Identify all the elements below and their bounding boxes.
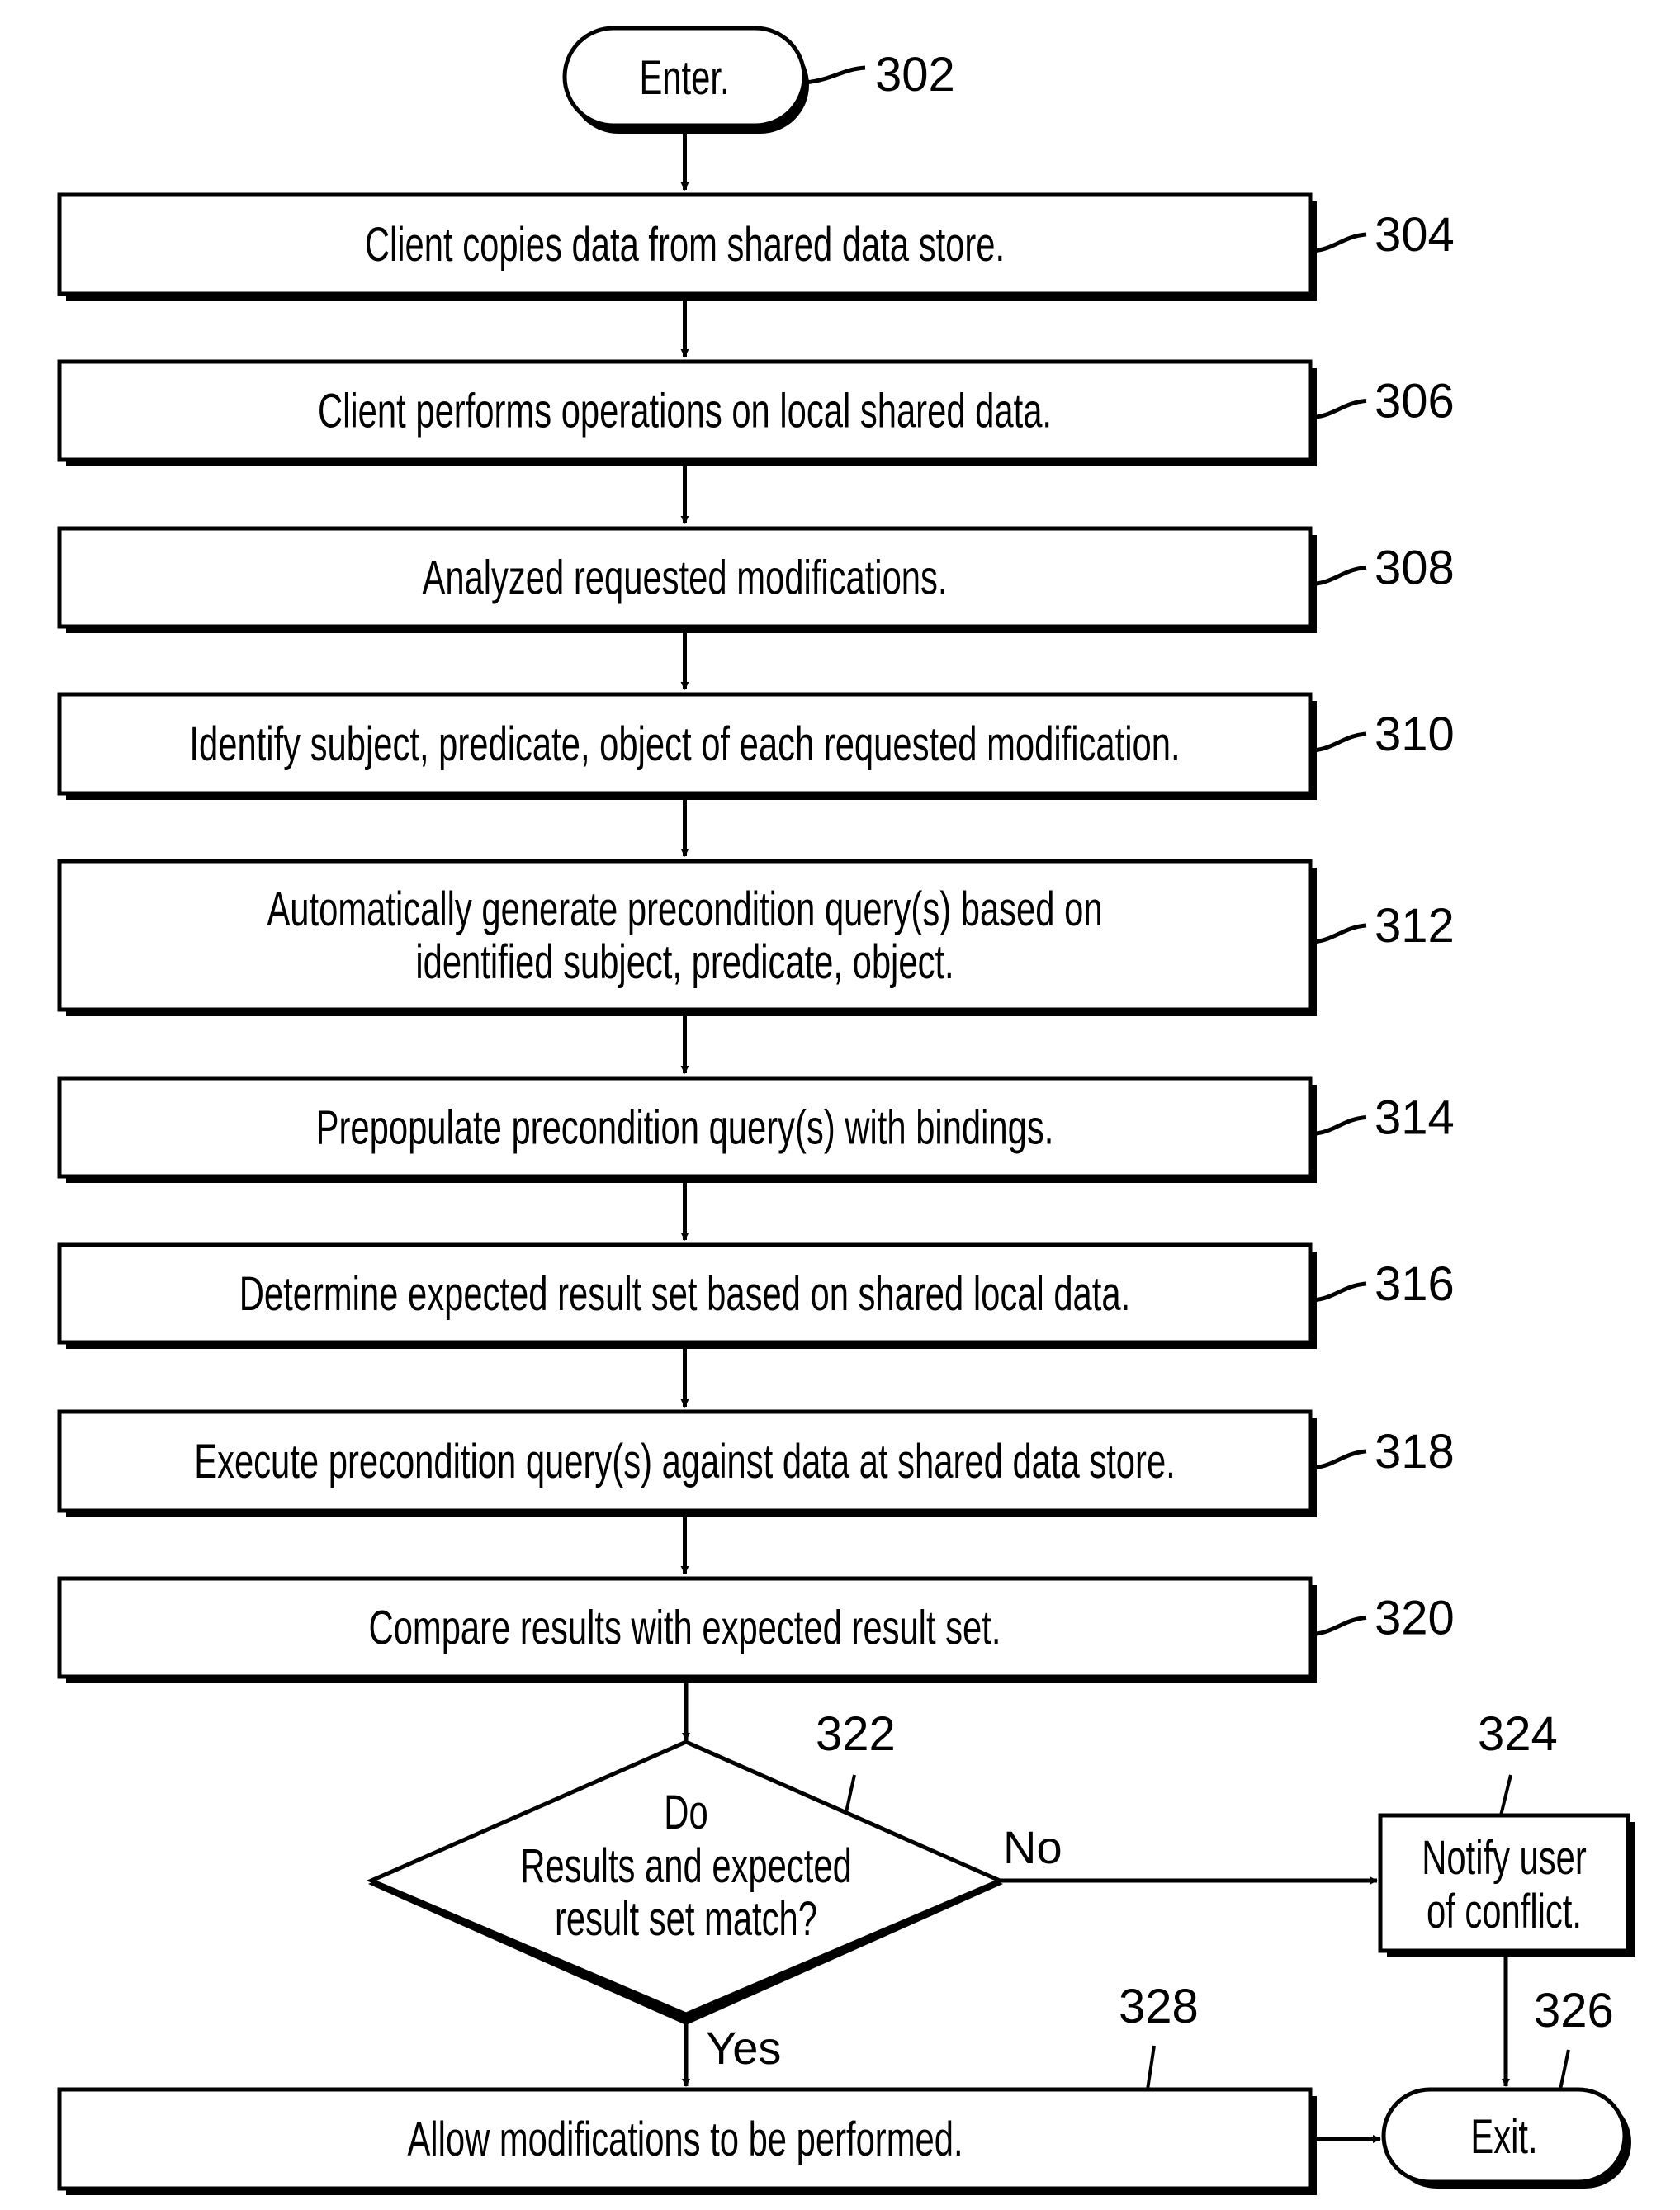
ref-leader-316 — [1312, 1281, 1367, 1303]
ref-302: 302 — [875, 48, 955, 102]
no-label: No — [1003, 1821, 1062, 1873]
step-320-label: Compare results with expected result set… — [369, 1602, 1001, 1655]
step-318-label: Execute precondition query(s) against da… — [194, 1435, 1176, 1488]
ref-324: 324 — [1478, 1707, 1558, 1761]
step-314-label: Prepopulate precondition query(s) with b… — [316, 1101, 1054, 1155]
ref-leader-326 — [1559, 2049, 1570, 2090]
ref-leader-314 — [1312, 1115, 1367, 1136]
step-box-306: Client performs operations on local shar… — [57, 359, 1317, 466]
notify-user-box: Notify user of conflict. — [1378, 1813, 1635, 1957]
ref-312: 312 — [1375, 899, 1455, 953]
yes-label: Yes — [706, 2022, 781, 2074]
ref-leader-302 — [805, 65, 866, 85]
notify-line-1: Notify user — [1422, 1831, 1587, 1885]
enter-label: Enter. — [639, 51, 729, 105]
decision-diamond: Do Results and expected result set match… — [366, 1739, 1006, 2025]
step-box-304: Client copies data from shared data stor… — [57, 192, 1317, 301]
allow-modifications-box: Allow modifications to be performed. — [57, 2087, 1317, 2195]
ref-328: 328 — [1119, 1980, 1199, 2033]
ref-leader-312 — [1312, 923, 1367, 944]
step-310-label: Identify subject, predicate, object of e… — [189, 717, 1180, 771]
step-box-320: Compare results with expected result set… — [57, 1576, 1317, 1683]
ref-318: 318 — [1375, 1425, 1455, 1479]
ref-leader-306 — [1312, 399, 1367, 419]
decision-line-1: Do — [664, 1786, 707, 1839]
step-306-label: Client performs operations on local shar… — [318, 385, 1052, 438]
enter-terminal: Enter. — [562, 26, 809, 134]
ref-314: 314 — [1375, 1091, 1455, 1145]
flowchart: Enter. 302 Client copies data from share… — [57, 26, 1635, 2195]
ref-leader-310 — [1312, 731, 1367, 753]
step-box-310: Identify subject, predicate, object of e… — [57, 692, 1317, 800]
step-312-label: identified subject, predicate, object. — [415, 935, 954, 989]
ref-leader-328 — [1146, 2045, 1156, 2090]
ref-316: 316 — [1375, 1257, 1455, 1311]
ref-leader-318 — [1312, 1449, 1367, 1470]
step-box-312: Automatically generate precondition quer… — [57, 859, 1317, 1016]
step-box-308: Analyzed requested modifications. — [57, 526, 1317, 633]
ref-306: 306 — [1375, 375, 1455, 428]
notify-line-2: of conflict. — [1427, 1885, 1582, 1938]
decision-line-3: result set match? — [555, 1892, 817, 1946]
step-box-318: Execute precondition query(s) against da… — [57, 1409, 1317, 1517]
ref-leader-320 — [1312, 1616, 1367, 1636]
ref-320: 320 — [1375, 1592, 1455, 1645]
ref-leader-324 — [1499, 1774, 1512, 1816]
process-steps: Client copies data from shared data stor… — [57, 132, 1455, 1683]
step-312-label: Automatically generate precondition quer… — [267, 883, 1102, 936]
step-316-label: Determine expected result set based on s… — [239, 1267, 1130, 1321]
ref-322: 322 — [816, 1707, 896, 1761]
step-box-314: Prepopulate precondition query(s) with b… — [57, 1076, 1317, 1183]
exit-label: Exit. — [1470, 2110, 1537, 2164]
exit-terminal: Exit. — [1381, 2087, 1631, 2189]
ref-leader-322 — [845, 1774, 856, 1813]
step-304-label: Client copies data from shared data stor… — [365, 218, 1005, 272]
ref-leader-308 — [1312, 566, 1367, 586]
ref-304: 304 — [1375, 208, 1455, 262]
ref-326: 326 — [1534, 1984, 1614, 2037]
ref-310: 310 — [1375, 707, 1455, 761]
ref-leader-304 — [1312, 232, 1367, 253]
allow-label: Allow modifications to be performed. — [407, 2113, 963, 2166]
ref-308: 308 — [1375, 542, 1455, 595]
step-box-316: Determine expected result set based on s… — [57, 1242, 1317, 1349]
step-308-label: Analyzed requested modifications. — [422, 551, 947, 605]
decision-line-2: Results and expected — [520, 1839, 852, 1893]
